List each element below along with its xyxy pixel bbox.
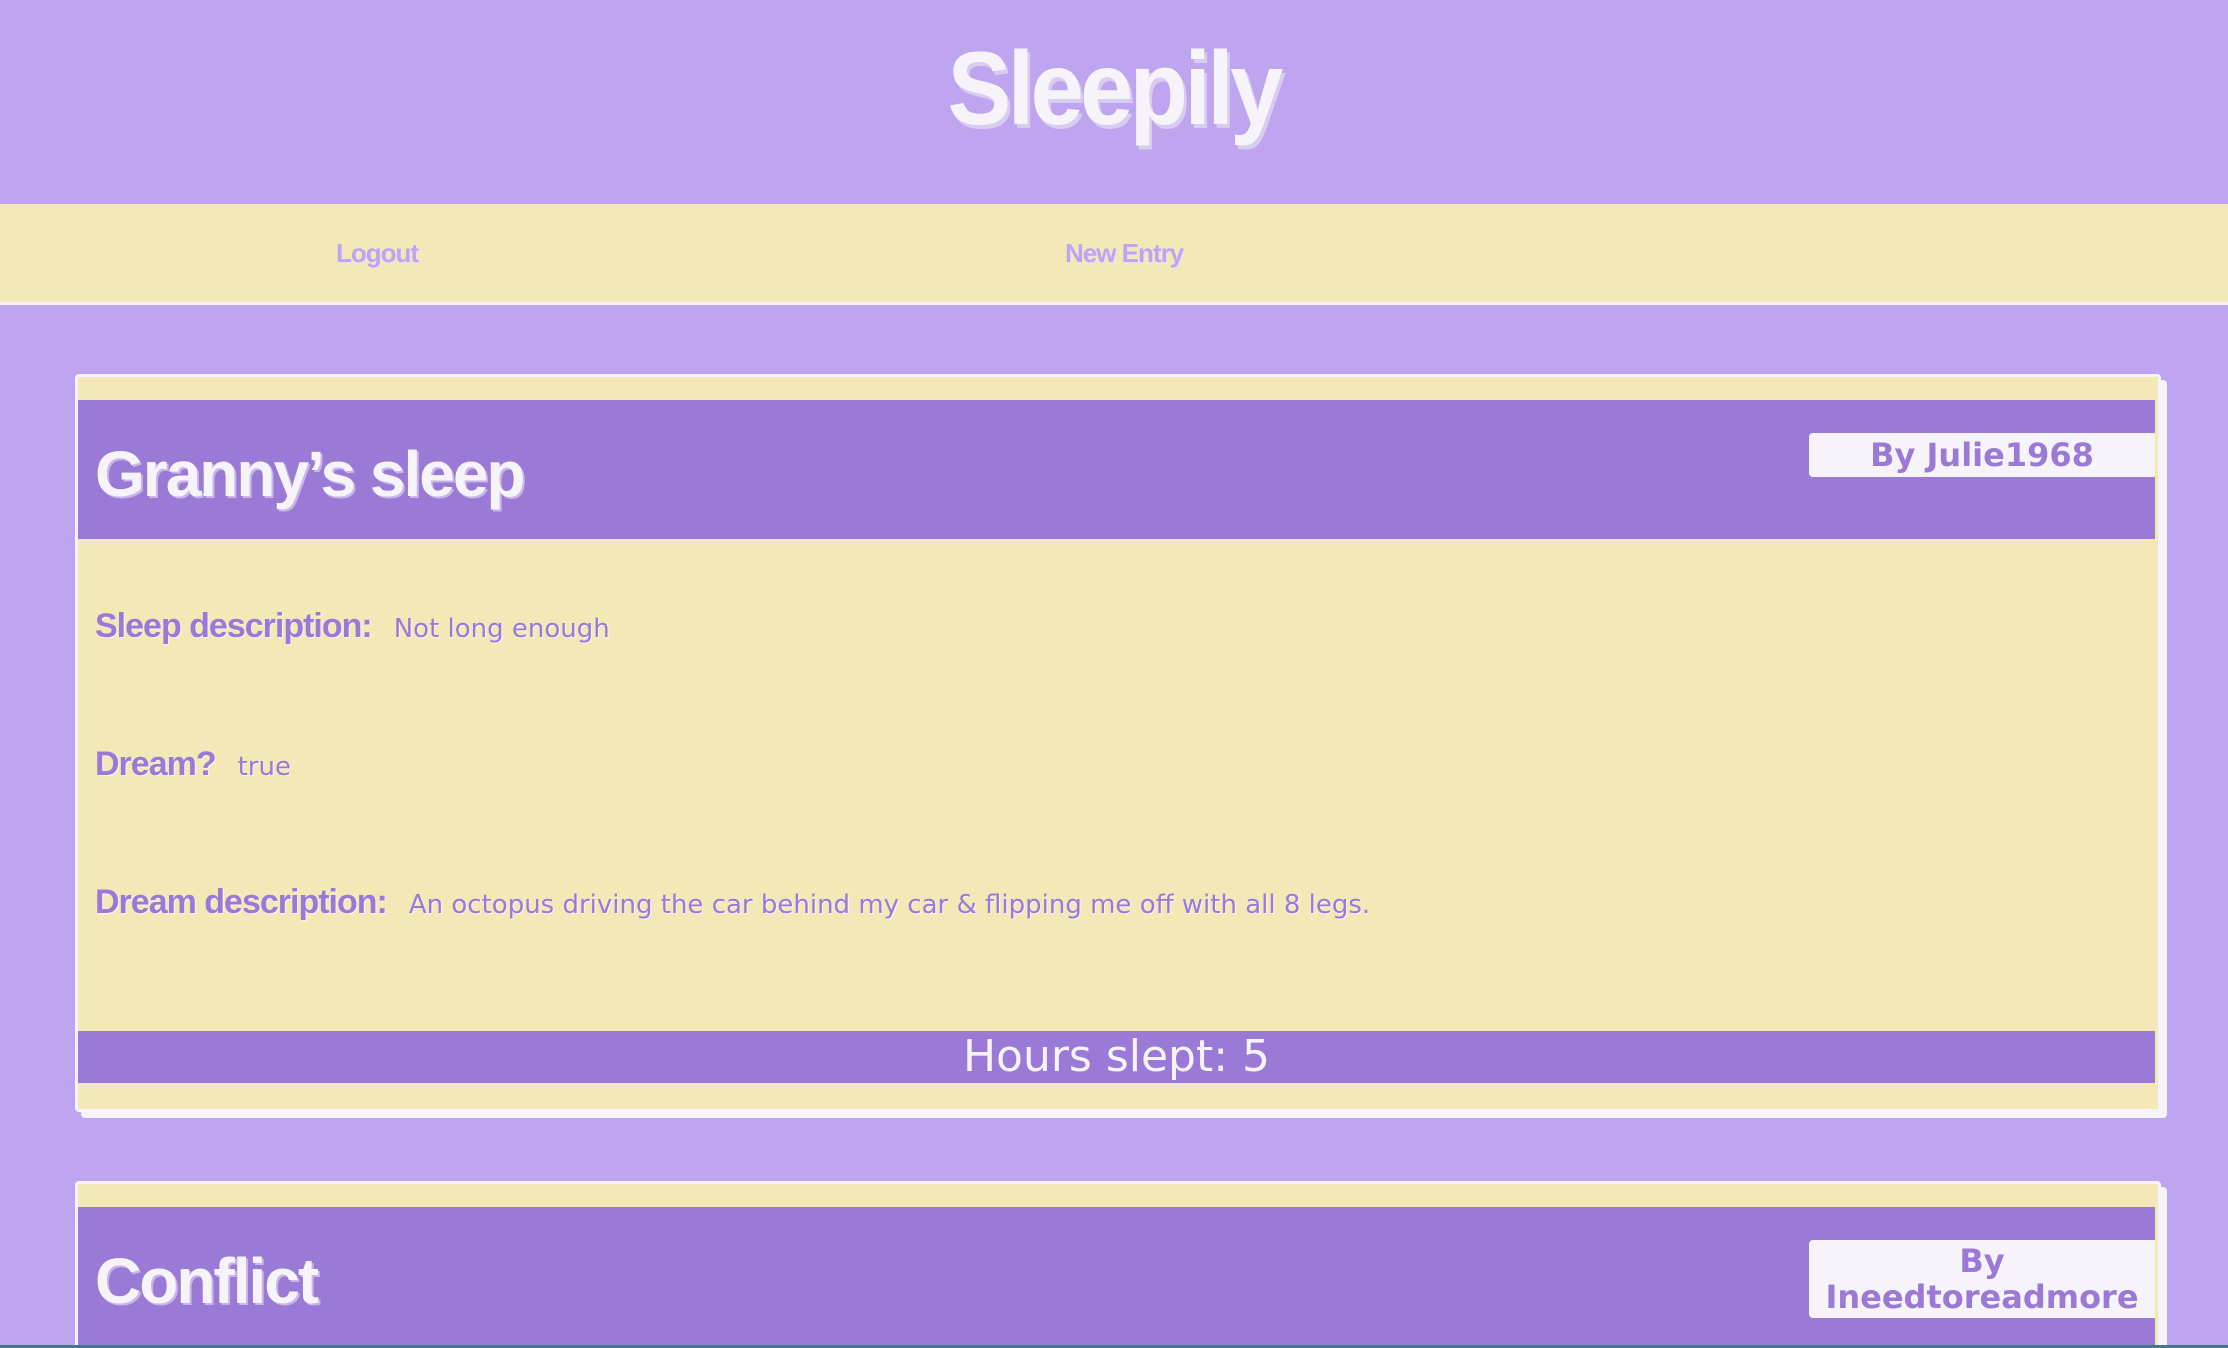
hours-slept: Hours slept: 5: [78, 1031, 2155, 1083]
dream-label: Dream?: [95, 745, 217, 783]
site-header: Sleepily: [0, 0, 2228, 204]
sleep-description-row: Sleep description: Not long enough: [95, 607, 610, 646]
new-entry-link[interactable]: New Entry: [1065, 238, 1184, 269]
entry-header: Conflict By Ineedtoreadmore: [78, 1207, 2155, 1346]
author-badge: By Julie1968: [1809, 433, 2155, 477]
entry-title: Granny’s sleep: [95, 438, 525, 510]
sleep-entry-card: Conflict By Ineedtoreadmore: [75, 1181, 2161, 1348]
dream-description-label: Dream description:: [95, 883, 388, 921]
entry-title: Conflict: [95, 1245, 319, 1317]
author-prefix: By: [1959, 1242, 2005, 1280]
logout-link[interactable]: Logout: [336, 238, 419, 269]
sleep-description-value: Not long enough: [393, 614, 610, 644]
author-name: Ineedtoreadmore: [1825, 1278, 2139, 1316]
sleep-description-label: Sleep description:: [95, 607, 373, 645]
entry-header: Granny’s sleep By Julie1968: [78, 400, 2155, 539]
dream-row: Dream? true: [95, 745, 291, 784]
dream-description-value: An octopus driving the car behind my car…: [408, 890, 1371, 920]
author-badge: By Ineedtoreadmore: [1809, 1240, 2155, 1318]
nav-bar: Logout New Entry: [0, 204, 2228, 302]
sleep-entry-card: Granny’s sleep By Julie1968 Sleep descri…: [75, 374, 2161, 1112]
dream-description-row: Dream description: An octopus driving th…: [95, 883, 1370, 922]
dream-value: true: [237, 752, 291, 782]
site-title: Sleepily: [947, 30, 1284, 147]
